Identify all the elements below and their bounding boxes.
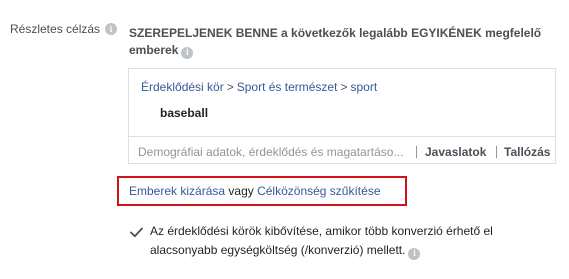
suggestions-button[interactable]: Javaslatok (425, 145, 486, 159)
selected-interest-baseball[interactable]: baseball (160, 106, 208, 120)
expand-interests-label: Az érdeklődési körök kibővítése, amikor … (150, 222, 550, 260)
expand-interests-checkbox[interactable] (130, 226, 143, 239)
info-icon[interactable]: i (181, 46, 194, 59)
info-icon[interactable]: i (105, 23, 118, 35)
divider (129, 136, 555, 137)
breadcrumb-sport[interactable]: sport (350, 80, 377, 94)
targeting-heading: SZEREPELJENEK BENNE a következők legaláb… (129, 25, 549, 59)
divider (416, 146, 417, 158)
check-icon (130, 227, 143, 238)
info-icon[interactable]: i (408, 247, 421, 260)
browse-button[interactable]: Tallózás (504, 145, 550, 159)
targeting-search-input[interactable] (138, 143, 406, 161)
narrow-audience-link[interactable]: Célközönség szűkítése (257, 184, 380, 198)
connector-text: vagy (228, 184, 254, 198)
divider (496, 146, 497, 158)
exclude-narrow-row: Emberek kizárása vagy Célközönség szűkít… (117, 176, 407, 206)
breadcrumb: Érdeklődési kör > Sport és természet > sport (141, 80, 377, 94)
breadcrumb-separator: > (226, 80, 234, 94)
targeting-box: Érdeklődési kör > Sport és természet > sport… (128, 68, 556, 164)
exclude-people-link[interactable]: Emberek kizárása (129, 184, 225, 198)
breadcrumb-interests[interactable]: Érdeklődési kör (141, 80, 224, 94)
expand-interests-text: Az érdeklődési körök kibővítése, amikor … (150, 224, 493, 257)
breadcrumb-separator: > (340, 80, 348, 94)
section-label-text: Részletes célzás (10, 22, 101, 36)
section-label: Részletes célzás i (10, 22, 118, 36)
breadcrumb-sports-outdoors[interactable]: Sport és természet (237, 80, 338, 94)
